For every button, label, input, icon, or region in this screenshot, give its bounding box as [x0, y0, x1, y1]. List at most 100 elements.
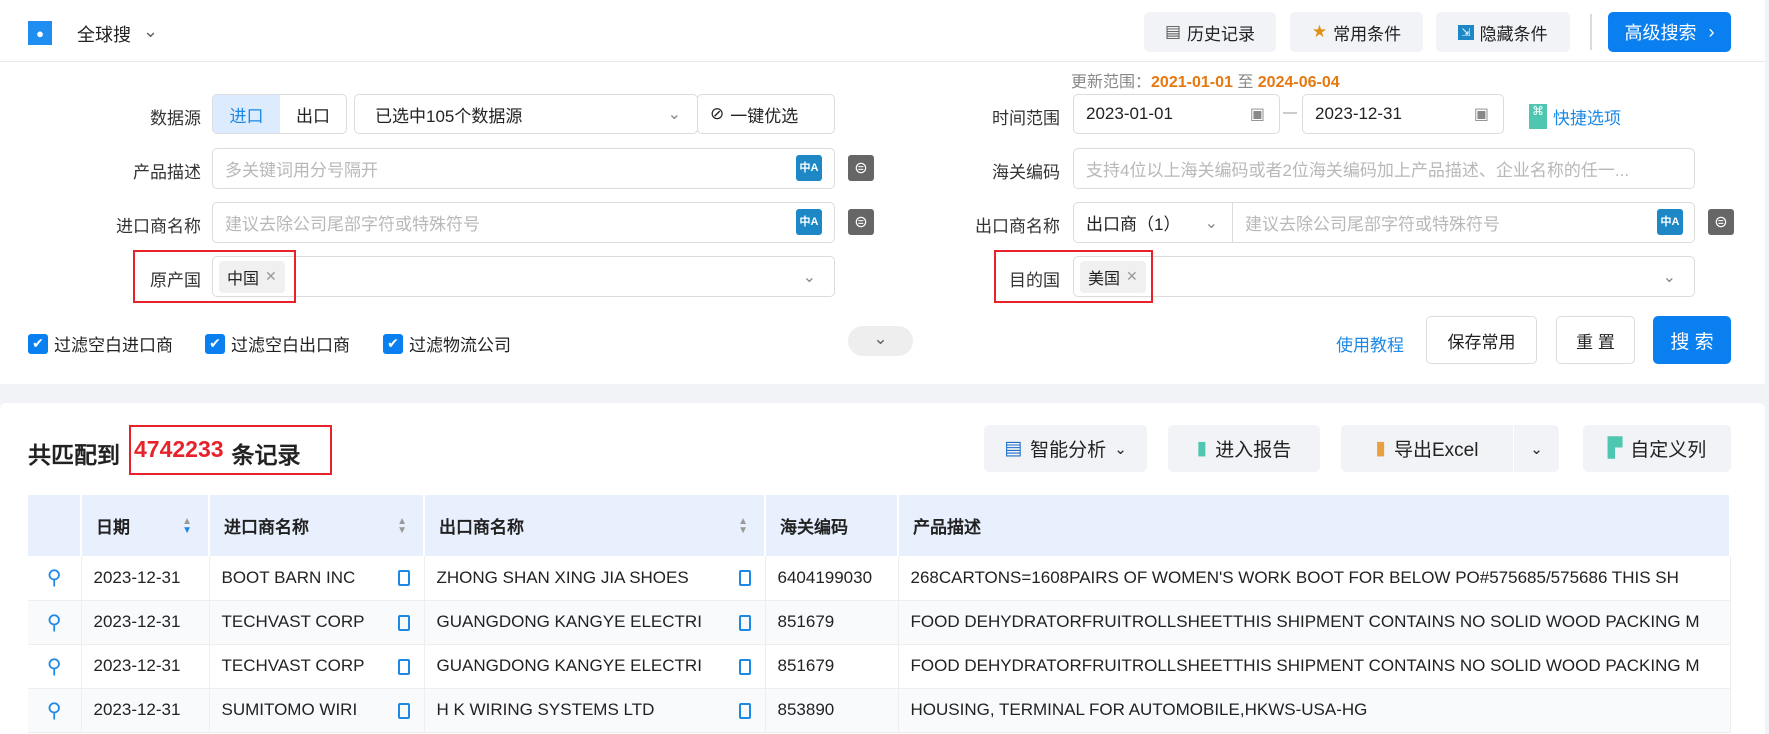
copy-icon[interactable]	[738, 702, 751, 719]
importer-label: 进口商名称	[116, 217, 201, 236]
translate-icon[interactable]: 中A	[1657, 209, 1683, 235]
copy-icon[interactable]	[738, 658, 751, 675]
favorites-button[interactable]: ★ 常用条件	[1290, 12, 1423, 52]
export-excel-button[interactable]: ▮ 导出Excel	[1341, 425, 1513, 472]
command-icon: ⌘	[1529, 104, 1547, 129]
search-button[interactable]: 搜 索	[1653, 316, 1731, 364]
description-cell: FOOD DEHYDRATORFRUITROLLSHEETTHIS SHIPME…	[898, 600, 1731, 645]
exporter-cell[interactable]: ZHONG SHAN XING JIA SHOES	[424, 556, 766, 601]
chevron-down-icon: ⌄	[1662, 268, 1676, 286]
custom-columns-button[interactable]: ▛ 自定义列	[1583, 425, 1731, 472]
update-range: 更新范围：2021-01-01 至 2024-06-04	[1071, 74, 1340, 91]
chevron-down-icon: ⌄	[1114, 440, 1127, 458]
table-row[interactable]: ⚲ 2023-12-31 SUMITOMO WIRI H K WIRING SY…	[28, 688, 1731, 733]
copy-icon[interactable]	[738, 614, 751, 631]
collapse-icon: ⇲	[1458, 24, 1474, 40]
description-cell: FOOD DEHYDRATORFRUITROLLSHEETTHIS SHIPME…	[898, 644, 1731, 689]
copy-icon[interactable]	[397, 658, 410, 675]
exporter-cell[interactable]: GUANGDONG KANGYE ELECTRI	[424, 600, 766, 645]
trade-direction-toggle[interactable]: 进口 出口	[212, 94, 347, 134]
copy-icon[interactable]	[397, 570, 410, 586]
sort-icon[interactable]: ▲ ▼	[738, 517, 748, 536]
translate-icon[interactable]: 中A	[796, 209, 822, 235]
chevron-down-icon: ⌄	[1530, 440, 1543, 458]
sort-icon[interactable]: ▲ ▼	[397, 517, 407, 536]
advanced-label: 高级搜索	[1624, 23, 1697, 43]
hs-code-input[interactable]: 支持4位以上海关编码或者2位海关编码加上产品描述、企业名称的任一...	[1073, 148, 1695, 189]
copy-icon[interactable]	[397, 702, 410, 719]
filter-blank-exporter-checkbox[interactable]: ✔ 过滤空白出口商	[205, 331, 350, 356]
app-switcher[interactable]: 全球搜 ⌄	[77, 21, 158, 47]
check-circle-icon: ⊘	[710, 104, 725, 123]
export-options-dropdown[interactable]: ⌄	[1514, 425, 1559, 472]
importer-cell[interactable]: TECHVAST CORP	[209, 600, 425, 645]
highlight-box	[129, 425, 332, 475]
importer-input[interactable]: 建议去除公司尾部字符或特殊符号	[212, 202, 835, 243]
hide-conditions-button[interactable]: ⇲ 隐藏条件	[1436, 12, 1570, 52]
tutorial-link[interactable]: 使用教程	[1336, 331, 1404, 356]
columns-icon: ▛	[1607, 438, 1623, 459]
hs-label: 海关编码	[992, 163, 1060, 182]
column-header-importer[interactable]: 进口商名称 ▲ ▼	[209, 495, 425, 556]
search-mode-icon[interactable]: ⊜	[1708, 209, 1734, 235]
product-input[interactable]: 多关键词用分号隔开	[212, 148, 835, 189]
advanced-search-button[interactable]: 高级搜索 ›	[1608, 12, 1731, 52]
date-separator	[1283, 112, 1297, 114]
destination-country-select[interactable]: 美国 ✕ ⌄	[1073, 256, 1695, 297]
importer-cell[interactable]: SUMITOMO WIRI	[209, 688, 425, 733]
calendar-icon: ▣	[1249, 106, 1265, 123]
importer-cell[interactable]: TECHVAST CORP	[209, 644, 425, 689]
product-label: 产品描述	[133, 163, 201, 182]
date-cell: 2023-12-31	[81, 600, 210, 645]
row-detail-button[interactable]: ⚲	[28, 688, 82, 733]
save-favorite-button[interactable]: 保存常用	[1426, 316, 1537, 364]
column-header-hs-code: 海关编码	[765, 495, 899, 556]
row-detail-button[interactable]: ⚲	[28, 600, 82, 645]
exporter-cell[interactable]: H K WIRING SYSTEMS LTD	[424, 688, 766, 733]
column-header-exporter[interactable]: 出口商名称 ▲ ▼	[424, 495, 766, 556]
quick-options-link[interactable]: ⌘ 快捷选项	[1529, 104, 1621, 129]
hide-label: 隐藏条件	[1479, 24, 1548, 44]
enter-report-button[interactable]: ▮ 进入报告	[1168, 425, 1320, 472]
row-detail-button[interactable]: ⚲	[28, 556, 82, 601]
star-icon: ★	[1311, 22, 1328, 41]
top-bar: ● 全球搜 ⌄ ▤ 历史记录 ★ 常用条件 ⇲ 隐藏条件 高级搜索 ›	[0, 0, 1765, 62]
import-tab[interactable]: 进口	[213, 95, 280, 133]
datasource-select[interactable]: 已选中105个数据源 ⌄	[354, 94, 698, 134]
export-tab[interactable]: 出口	[280, 102, 346, 127]
filter-blank-importer-checkbox[interactable]: ✔ 过滤空白进口商	[28, 331, 173, 356]
table-row[interactable]: ⚲ 2023-12-31 BOOT BARN INC ZHONG SHAN XI…	[28, 556, 1731, 601]
date-end-input[interactable]: 2023-12-31 ▣	[1302, 94, 1504, 134]
table-row[interactable]: ⚲ 2023-12-31 TECHVAST CORP GUANGDONG KAN…	[28, 600, 1731, 645]
exporter-input[interactable]: 建议去除公司尾部字符或特殊符号	[1232, 202, 1695, 243]
search-mode-icon[interactable]: ⊜	[848, 155, 874, 181]
hs-code-cell: 851679	[765, 644, 899, 689]
search-mode-icon[interactable]: ⊜	[848, 209, 874, 235]
date-start-input[interactable]: 2023-01-01 ▣	[1073, 94, 1280, 134]
reset-button[interactable]: 重 置	[1556, 316, 1635, 364]
hs-code-cell: 6404199030	[765, 556, 899, 601]
history-icon: ▤	[1164, 22, 1182, 41]
copy-icon[interactable]	[738, 570, 751, 586]
calendar-icon: ▣	[1473, 106, 1489, 123]
highlight-box	[133, 250, 296, 303]
copy-icon[interactable]	[397, 614, 410, 631]
importer-cell[interactable]: BOOT BARN INC	[209, 556, 425, 601]
translate-icon[interactable]: 中A	[796, 155, 822, 181]
description-cell: 268CARTONS=1608PAIRS OF WOMEN'S WORK BOO…	[898, 556, 1731, 601]
column-header-date[interactable]: 日期 ▲ ▼	[81, 495, 210, 556]
exporter-type-select[interactable]: 出口商（1） ⌄	[1073, 202, 1233, 243]
history-button[interactable]: ▤ 历史记录	[1144, 12, 1276, 52]
row-detail-button[interactable]: ⚲	[28, 644, 82, 689]
table-row[interactable]: ⚲ 2023-12-31 TECHVAST CORP GUANGDONG KAN…	[28, 644, 1731, 689]
one-click-button[interactable]: ⊘ 一键优选	[697, 94, 835, 134]
column-header-action	[28, 495, 82, 556]
sort-icon[interactable]: ▲ ▼	[182, 517, 192, 536]
chevron-down-icon: ⌄	[667, 106, 681, 123]
one-click-label: 一键优选	[730, 106, 799, 126]
smart-analysis-button[interactable]: ▤ 智能分析 ⌄	[984, 425, 1147, 472]
filter-logistics-checkbox[interactable]: ✔ 过滤物流公司	[383, 331, 511, 356]
exporter-cell[interactable]: GUANGDONG KANGYE ELECTRI	[424, 644, 766, 689]
expand-filters-button[interactable]: ⌄	[848, 326, 913, 356]
origin-country-select[interactable]: 中国 ✕ ⌄	[212, 256, 835, 297]
